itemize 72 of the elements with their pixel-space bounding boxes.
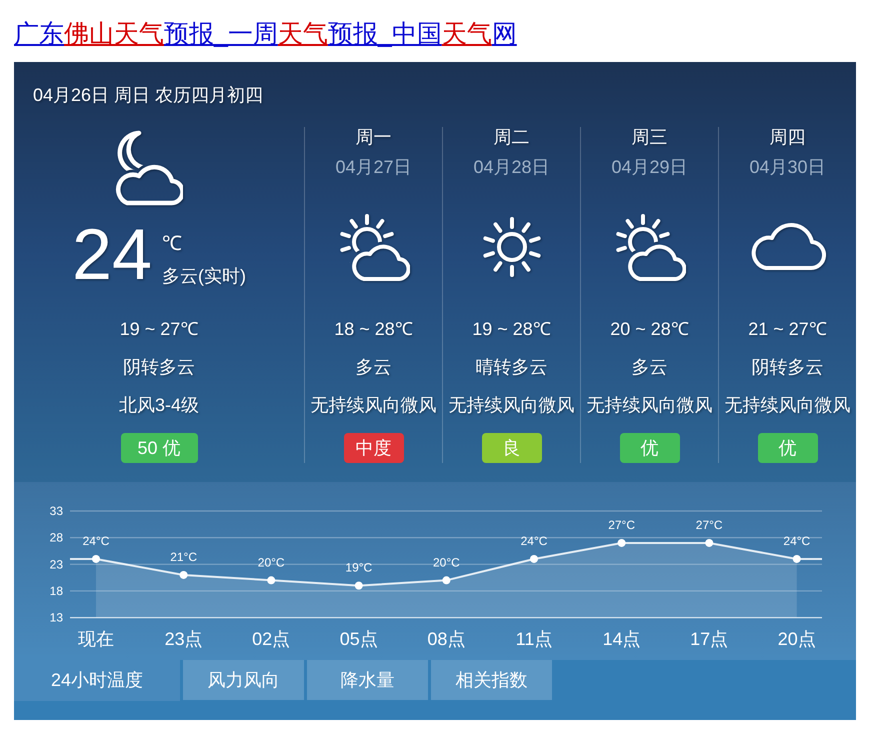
chart-tab[interactable]: 相关指数 (431, 660, 552, 700)
weekday-label: 周一 (356, 127, 392, 147)
x-axis-label: 05点 (340, 629, 378, 649)
x-axis-label: 11点 (516, 629, 552, 649)
weekday-label: 周四 (770, 127, 806, 147)
wind-description: 无持续风向微风 (310, 395, 436, 415)
current-date: 04月26日 周日 农历四月初四 (33, 85, 264, 105)
x-axis-label: 20点 (778, 629, 816, 649)
weekday-label: 周三 (632, 127, 668, 147)
value-label: 24°C (783, 534, 810, 548)
cloud-icon (750, 223, 826, 271)
temperature-range: 20 ~ 28℃ (610, 319, 689, 339)
y-axis-label: 28 (50, 530, 63, 545)
x-axis-label: 现在 (78, 629, 114, 649)
temperature-range: 19 ~ 28℃ (472, 319, 551, 339)
air-quality-badge: 优 (758, 433, 818, 463)
forecast-date: 04月30日 (749, 157, 826, 177)
value-label: 19°C (345, 560, 372, 575)
x-axis-label: 17点 (690, 629, 728, 649)
data-point (92, 554, 100, 563)
air-quality-badge: 优 (620, 433, 680, 463)
value-label: 24°C (82, 534, 110, 548)
wind-description: 北风3-4级 (118, 395, 199, 415)
x-axis-label: 02点 (252, 629, 290, 649)
data-point (530, 554, 538, 563)
weather-description: 阴转多云 (123, 357, 195, 377)
forecast-date: 04月28日 (473, 157, 550, 177)
y-axis-label: 33 (50, 504, 63, 518)
forecast-date: 04月27日 (335, 157, 412, 177)
data-point (354, 582, 363, 590)
value-label: 20°C (433, 555, 460, 570)
current-temperature: 24 (72, 219, 152, 291)
value-label: 20°C (258, 555, 285, 570)
data-point (618, 538, 626, 547)
data-point (267, 576, 276, 584)
y-axis-label: 23 (50, 557, 63, 572)
sun-behind-cloud-icon (338, 213, 410, 281)
data-point (792, 554, 801, 563)
temperature-range: 19 ~ 27℃ (120, 319, 198, 339)
temperature-unit: ℃ (162, 234, 182, 254)
chart-tab[interactable]: 24小时温度 (14, 660, 180, 701)
current-condition: 多云(实时) (162, 266, 246, 286)
value-label: 24°C (520, 534, 548, 548)
value-label: 27°C (608, 518, 635, 532)
data-point (705, 538, 714, 547)
x-axis-label: 23点 (164, 629, 203, 649)
data-point (180, 570, 188, 579)
data-point (442, 576, 450, 584)
weather-description: 多云 (356, 357, 392, 377)
sun-behind-cloud-icon (614, 213, 686, 281)
x-axis-label: 08点 (427, 629, 466, 649)
air-quality-badge: 50 优 (120, 433, 198, 463)
temperature-range: 21 ~ 27℃ (748, 319, 827, 339)
air-quality-badge: 中度 (344, 433, 404, 463)
chart-tab[interactable]: 降水量 (307, 660, 428, 700)
weather-description: 多云 (632, 357, 668, 377)
y-axis-label: 13 (50, 610, 63, 625)
air-quality-badge: 良 (482, 433, 542, 463)
page-title-link[interactable]: 广东佛山天气预报_一周天气预报_中国天气网 (14, 20, 517, 48)
wind-description: 无持续风向微风 (586, 395, 712, 415)
wind-description: 无持续风向微风 (448, 395, 574, 415)
weather-description: 阴转多云 (752, 357, 824, 377)
weekday-label: 周二 (494, 127, 530, 147)
forecast-date: 04月29日 (611, 157, 688, 177)
value-label: 27°C (696, 518, 723, 532)
x-axis-label: 14点 (602, 629, 641, 649)
value-label: 21°C (170, 550, 197, 564)
wind-description: 无持续风向微风 (724, 395, 850, 415)
weather-description: 晴转多云 (476, 357, 548, 377)
y-axis-label: 18 (50, 584, 63, 598)
temperature-range: 18 ~ 28℃ (334, 319, 413, 339)
chart-tab[interactable]: 风力风向 (183, 660, 304, 700)
